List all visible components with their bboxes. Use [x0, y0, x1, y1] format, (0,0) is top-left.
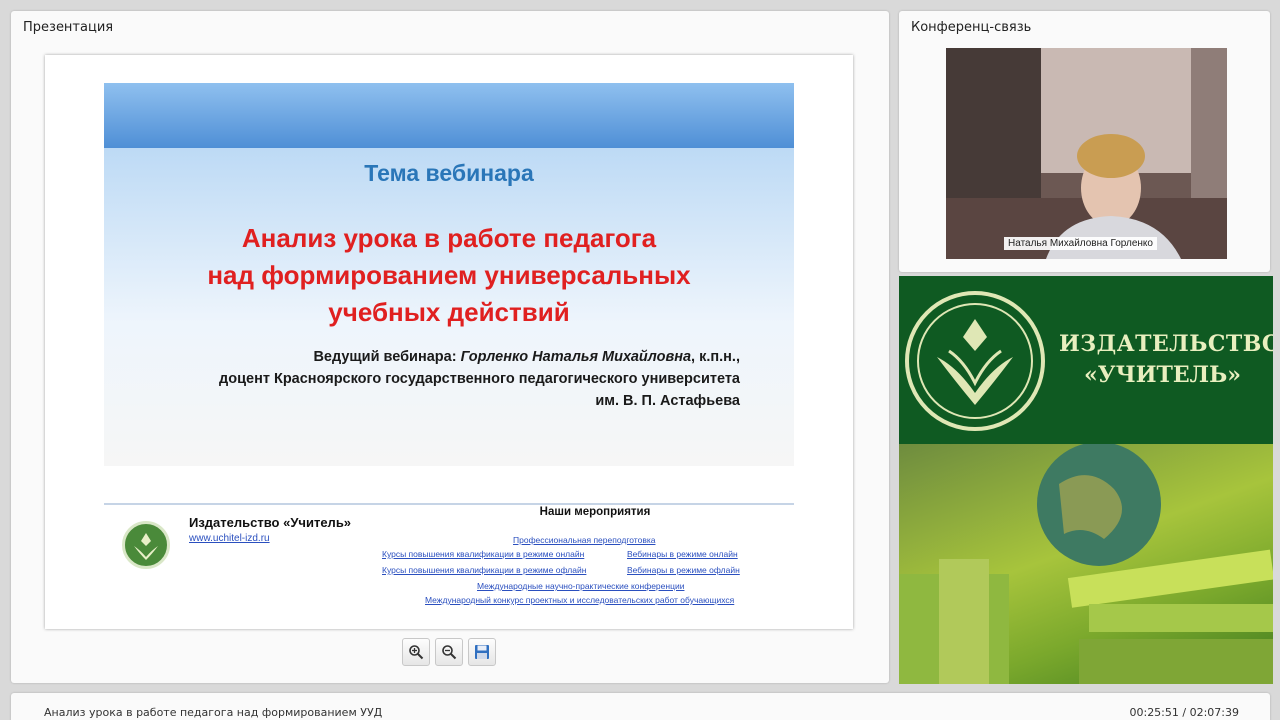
- banner-header: ИЗДАТЕЛЬСТВО «УЧИТЕЛЬ»: [899, 276, 1273, 444]
- lesson-title: Анализ урока в работе педагога над форми…: [44, 706, 383, 719]
- participant-name: Наталья Михайловна Горленко: [1004, 237, 1157, 250]
- presentation-panel-title: Презентация: [23, 20, 114, 35]
- slide-content: Тема вебинара Анализ урока в работе педа…: [104, 148, 794, 466]
- presenter-university: им. В. П. Астафьева: [595, 393, 740, 409]
- zoom-in-button[interactable]: [402, 638, 430, 666]
- presentation-panel: Презентация Тема вебинара Анализ урока в…: [11, 11, 889, 683]
- slide-title-line: над формированием универсальных: [207, 260, 691, 290]
- slide-presenter-info: Ведущий вебинара: Горленко Наталья Михай…: [140, 346, 740, 412]
- slide-title-line: учебных действий: [328, 297, 570, 327]
- presenter-name: Горленко Наталья Михайловна: [460, 349, 692, 365]
- event-link[interactable]: Вебинары в режиме онлайн: [627, 549, 738, 559]
- banner-title-line2: «УЧИТЕЛЬ»: [1084, 362, 1241, 388]
- banner-logo-icon: [905, 291, 1045, 431]
- bottom-bar: Анализ урока в работе педагога над форми…: [11, 693, 1270, 720]
- books-globe-image: [899, 442, 1273, 684]
- participant-video[interactable]: Наталья Михайловна Горленко: [946, 48, 1227, 259]
- event-link[interactable]: Курсы повышения квалификации в режиме оф…: [382, 565, 586, 575]
- zoom-out-icon: [442, 645, 457, 660]
- save-button[interactable]: [468, 638, 496, 666]
- zoom-out-button[interactable]: [435, 638, 463, 666]
- events-heading: Наши мероприятия: [539, 506, 651, 518]
- banner-image: [899, 442, 1273, 684]
- publisher-name: Издательство «Учитель»: [189, 515, 352, 530]
- slide-header-band: [104, 83, 794, 148]
- publisher-link[interactable]: www.uchitel-izd.ru: [189, 533, 270, 544]
- event-link[interactable]: Вебинары в режиме офлайн: [627, 565, 740, 575]
- event-link[interactable]: Международный конкурс проектных и исслед…: [425, 595, 734, 605]
- conference-panel-title: Конференц-связь: [911, 20, 1032, 35]
- video-frame-image: [946, 48, 1227, 259]
- conference-panel: Конференц-связь Наталья Михайловна Горле…: [899, 11, 1270, 272]
- slide-title: Анализ урока в работе педагога над форми…: [104, 220, 794, 331]
- event-link[interactable]: Курсы повышения квалификации в режиме он…: [382, 549, 584, 559]
- presenter-label: Ведущий вебинара:: [313, 349, 457, 365]
- publisher-logo-icon: [122, 521, 170, 569]
- publisher-banner[interactable]: ИЗДАТЕЛЬСТВО «УЧИТЕЛЬ»: [899, 276, 1273, 684]
- event-link[interactable]: Профессиональная переподготовка: [513, 535, 655, 545]
- save-icon: [475, 645, 489, 659]
- playback-time: 00:25:51 / 02:07:39: [1129, 706, 1239, 719]
- banner-title-line1: ИЗДАТЕЛЬСТВО: [1059, 331, 1273, 357]
- presentation-slide: Тема вебинара Анализ урока в работе педа…: [45, 55, 853, 629]
- zoom-in-icon: [409, 645, 424, 660]
- presenter-position: доцент Красноярского государственного пе…: [219, 371, 740, 387]
- slide-footer-divider: [104, 503, 794, 505]
- event-link[interactable]: Международные научно-практические конфер…: [477, 581, 684, 591]
- slide-title-line: Анализ урока в работе педагога: [241, 223, 657, 253]
- presenter-degree: , к.п.н.,: [691, 349, 740, 365]
- slide-topic-label: Тема вебинара: [364, 160, 534, 186]
